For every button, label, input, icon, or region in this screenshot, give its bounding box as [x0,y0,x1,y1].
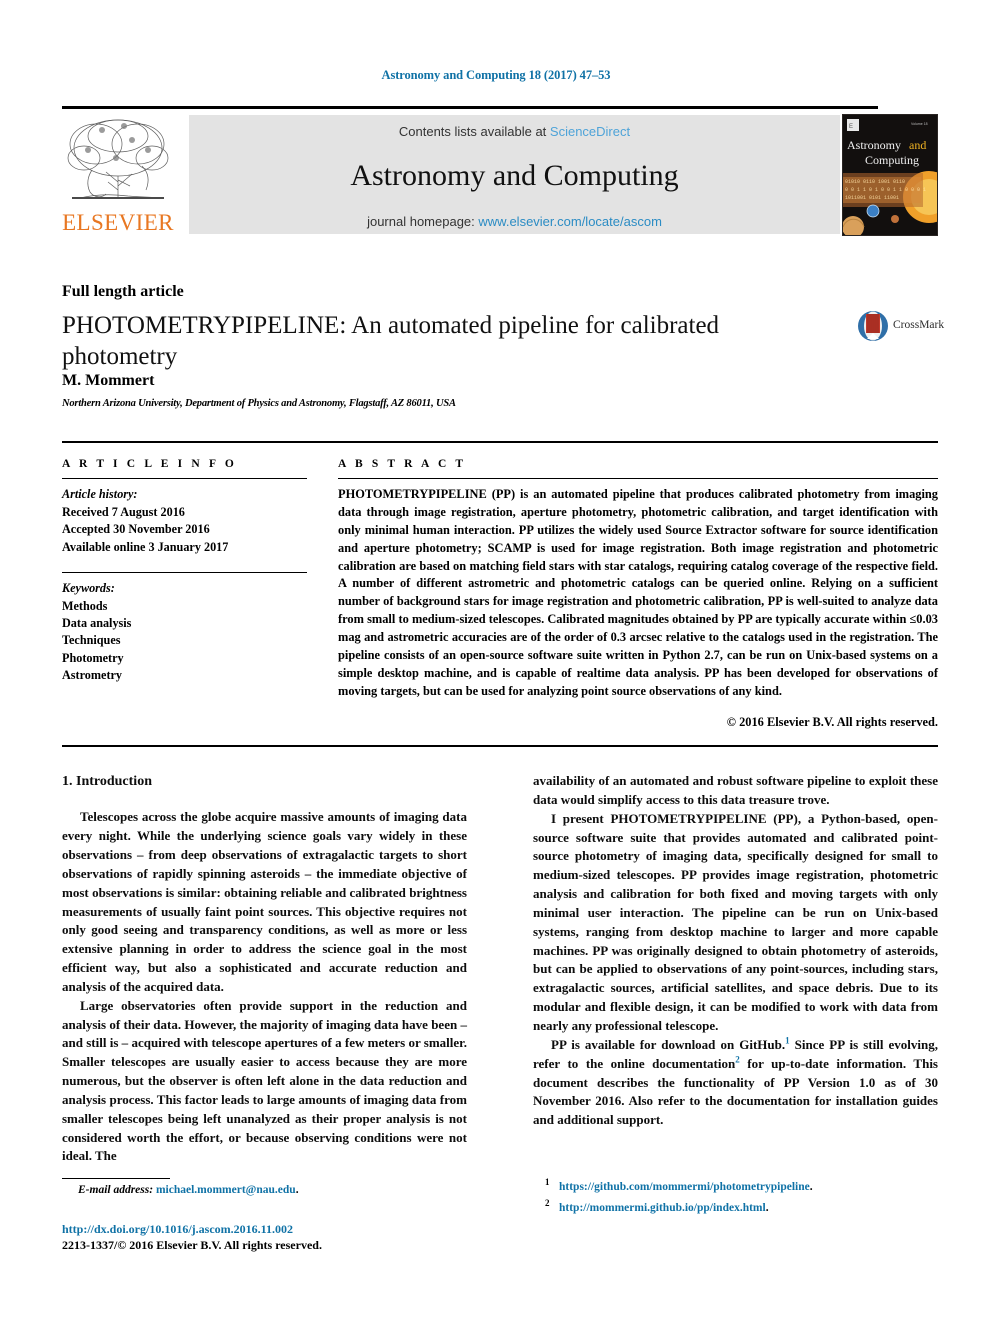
history-label: Article history: [62,487,138,502]
svg-text:1011001 0101 11001: 1011001 0101 11001 [845,195,899,201]
article-info-column: A R T I C L E I N F O Article history: R… [62,458,307,685]
article-history-block: Article history: Received 7 August 2016 … [62,486,307,556]
elsevier-tree-icon [67,119,169,199]
footnote-trail: . [765,1201,769,1214]
svg-text:0 0 1 1 0 1 0 0 1 1 0 0 0 1: 0 0 1 1 0 1 0 0 1 1 0 0 0 1 [845,187,926,193]
paragraph: availability of an automated and robust … [533,773,938,807]
svg-text:Computing: Computing [865,153,919,167]
svg-text:Volume 18: Volume 18 [911,122,928,126]
paragraph-with-footnote-refs: PP is available for download on GitHub.1… [533,1036,938,1130]
svg-text:and: and [909,138,926,152]
svg-text:E: E [849,124,853,130]
section-heading-introduction: 1. Introduction [62,774,152,789]
abstract-heading: A B S T R A C T [338,458,467,470]
footnote-area-left: E-mail address: michael.mommert@nau.edu. [62,1178,467,1196]
footnote-number: 2 [545,1197,550,1208]
journal-cover-thumbnail: E Volume 18 Astronomy and Computing 0101… [842,114,938,236]
footnote-item: 1 https://github.com/mommermi/photometryp… [533,1176,938,1197]
footnote-number: 1 [545,1177,550,1187]
info-rule-mid [62,571,307,574]
contents-prefix: Contents lists available at [398,124,550,139]
author-affiliation: Northern Arizona University, Department … [62,398,456,409]
paper-page: Astronomy and Computing 18 (2017) 47–53 [0,0,992,1323]
footnote-area-right: 1 https://github.com/mommermi/photometryp… [533,1176,938,1217]
footnote-rule [62,1178,170,1180]
email-link[interactable]: michael.mommert@nau.edu [156,1184,296,1196]
email-label: E-mail address: [78,1184,154,1197]
footnote-trail: . [809,1180,813,1193]
footnote-item: 2 http://mommermi.github.io/pp/index.html… [533,1197,938,1218]
keyword-item: Methods [62,598,108,613]
doi-block: http://dx.doi.org/10.1016/j.ascom.2016.1… [62,1222,482,1254]
article-info-heading: A R T I C L E I N F O [62,458,237,470]
abstract-bottom-rule [62,745,938,747]
doi-link[interactable]: http://dx.doi.org/10.1016/j.ascom.2016.1… [62,1222,482,1238]
abstract-text: PHOTOMETRYPIPELINE (PP) is an automated … [338,487,938,698]
paragraph: I present PHOTOMETRYPIPELINE (PP), a Pyt… [533,810,938,1033]
journal-masthead: ELSEVIER Contents lists available at Sci… [62,106,938,236]
issn-copyright: 2213-1337/© 2016 Elsevier B.V. All right… [62,1237,322,1252]
journal-title: Astronomy and Computing [350,159,679,192]
paragraph: Telescopes across the globe acquire mass… [62,809,467,994]
masthead-band: Contents lists available at ScienceDirec… [189,115,840,234]
history-received: Received 7 August 2016 [62,504,185,519]
abstract-copyright: © 2016 Elsevier B.V. All rights reserved… [726,714,938,729]
keyword-item: Photometry [62,650,124,665]
keyword-item: Astrometry [62,668,123,683]
paragraph: Large observatories often provide suppor… [62,997,467,1164]
abstract-column: A B S T R A C T PHOTOMETRYPIPELINE (PP) … [338,458,938,730]
info-rule-top [62,478,307,480]
masthead-top-rule [62,106,878,109]
keyword-item: Data analysis [62,616,132,630]
keywords-label: Keywords: [62,581,115,596]
body-column-right: availability of an automated and robust … [533,772,938,1130]
cover-artwork: E Volume 18 Astronomy and Computing 0101… [843,115,937,235]
keyword-item: Techniques [62,633,121,648]
elsevier-wordmark: ELSEVIER [62,210,174,235]
keywords-block: Keywords: Methods Data analysis Techniqu… [62,580,307,685]
footnote-link[interactable]: https://github.com/mommermi/photometrypi… [559,1181,810,1193]
crossmark-label: CrossMark [893,319,945,331]
history-available: Available online 3 January 2017 [62,539,229,554]
homepage-prefix: journal homepage: [367,214,479,229]
svg-text:01010 0110 1001 0110: 01010 0110 1001 0110 [845,179,905,185]
article-type-label: Full length article [62,283,184,300]
email-trail: . [295,1184,299,1197]
paragraph-part-a: PP is available for download on GitHub. [551,1036,786,1052]
page-title: PHOTOMETRYPIPELINE: An automated pipelin… [62,312,720,370]
sciencedirect-link[interactable]: ScienceDirect [550,124,630,139]
crossmark-icon [858,311,888,341]
homepage-line: journal homepage: www.elsevier.com/locat… [189,214,840,229]
history-accepted: Accepted 30 November 2016 [62,522,210,537]
contents-line: Contents lists available at ScienceDirec… [189,124,840,139]
email-footnote: E-mail address: michael.mommert@nau.edu. [62,1184,467,1196]
header-divider-rule [62,441,938,443]
author-name: M. Mommert [62,372,155,389]
elsevier-logo: ELSEVIER [62,114,174,234]
body-column-left: 1. Introduction Telescopes across the gl… [62,772,467,1166]
running-head: Astronomy and Computing 18 (2017) 47–53 [381,68,611,82]
footnote-link[interactable]: http://mommermi.github.io/pp/index.html [559,1201,766,1213]
crossmark-badge[interactable]: CrossMark [857,310,945,344]
journal-homepage-link[interactable]: www.elsevier.com/locate/ascom [478,214,662,229]
abstract-rule [338,478,938,480]
svg-text:Astronomy: Astronomy [847,138,901,152]
